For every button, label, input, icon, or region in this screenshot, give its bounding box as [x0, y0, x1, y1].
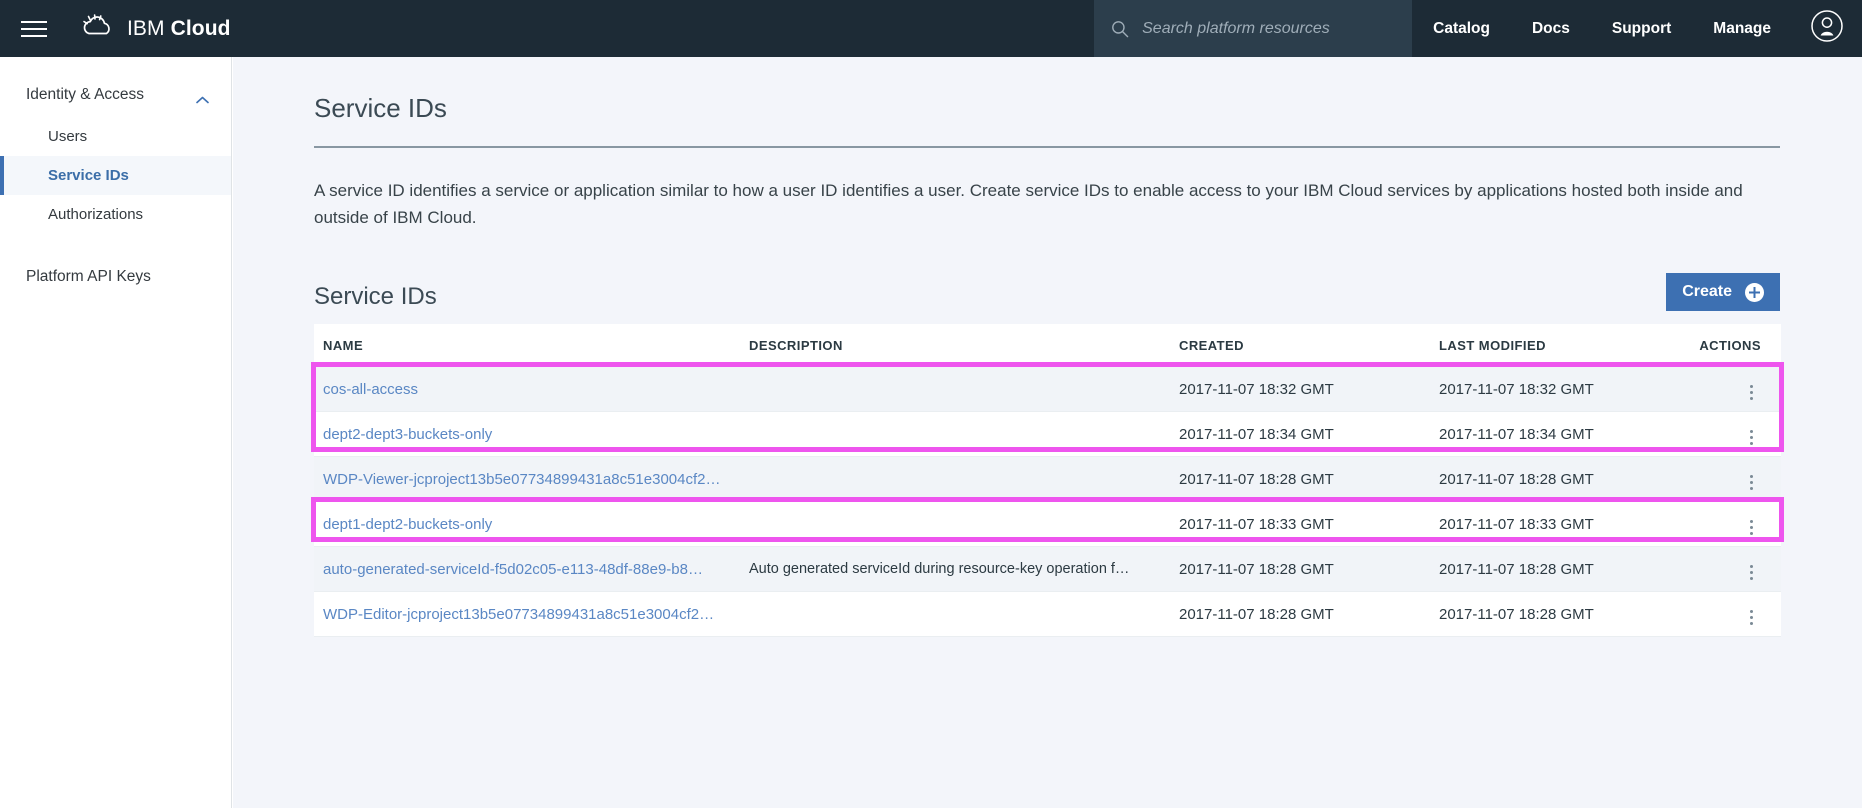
column-header-created[interactable]: CREATED	[1179, 324, 1439, 367]
cell-name: dept1-dept2-buckets-only	[314, 501, 749, 547]
sidebar-item-authorizations[interactable]: Authorizations	[0, 195, 231, 234]
service-ids-table-wrapper: NAME DESCRIPTION CREATED LAST MODIFIED A…	[311, 324, 1784, 637]
section-title: Service IDs	[314, 283, 437, 310]
plus-circle-icon	[1745, 282, 1764, 302]
cell-name: cos-all-access	[314, 366, 749, 412]
search-box[interactable]	[1094, 0, 1413, 57]
sidebar-group-identity-and-access[interactable]: Identity & Access	[0, 73, 231, 117]
cell-name: dept2-dept3-buckets-only	[314, 411, 749, 457]
cell-created: 2017-11-07 18:33 GMT	[1179, 501, 1439, 547]
kebab-menu-icon[interactable]	[1742, 381, 1761, 404]
sidebar-group-label: Identity & Access	[26, 86, 145, 103]
cell-last-modified: 2017-11-07 18:28 GMT	[1439, 591, 1689, 637]
cell-actions	[1689, 411, 1781, 457]
table-row[interactable]: dept2-dept3-buckets-only 2017-11-07 18:3…	[314, 411, 1781, 457]
create-button-label: Create	[1682, 283, 1732, 300]
cell-last-modified: 2017-11-07 18:33 GMT	[1439, 501, 1689, 547]
kebab-menu-icon[interactable]	[1742, 561, 1761, 584]
cell-actions	[1689, 366, 1781, 412]
sidebar: Identity & Access Users Service IDs Auth…	[0, 57, 232, 808]
main-content: Service IDs A service ID identifies a se…	[233, 57, 1862, 808]
service-id-link[interactable]: WDP-Editor-jcproject13b5e07734899431a8c5…	[323, 606, 714, 623]
cell-created: 2017-11-07 18:28 GMT	[1179, 546, 1439, 592]
sidebar-item-label: Service IDs	[48, 167, 129, 184]
service-id-link[interactable]: auto-generated-serviceId-f5d02c05-e113-4…	[323, 561, 703, 578]
chevron-up-icon[interactable]	[196, 91, 209, 104]
column-header-description[interactable]: DESCRIPTION	[749, 324, 1179, 367]
cell-actions	[1689, 456, 1781, 502]
top-navigation-bar: IBM Cloud Catalog Docs Support Manage	[0, 0, 1862, 57]
search-icon	[1110, 19, 1130, 39]
sidebar-item-service-ids[interactable]: Service IDs	[0, 156, 231, 195]
table-row[interactable]: WDP-Editor-jcproject13b5e07734899431a8c5…	[314, 591, 1781, 637]
search-input[interactable]	[1140, 18, 1401, 39]
hamburger-menu-icon[interactable]	[6, 0, 62, 57]
user-avatar-button[interactable]	[1792, 0, 1862, 57]
cell-description	[749, 456, 1179, 502]
service-ids-table: NAME DESCRIPTION CREATED LAST MODIFIED A…	[314, 324, 1781, 637]
column-header-name[interactable]: NAME	[314, 324, 749, 367]
kebab-menu-icon[interactable]	[1742, 426, 1761, 449]
table-row[interactable]: WDP-Viewer-jcproject13b5e07734899431a8c5…	[314, 456, 1781, 502]
service-id-link[interactable]: dept2-dept3-buckets-only	[323, 426, 492, 443]
page-title: Service IDs	[314, 93, 447, 123]
cell-created: 2017-11-07 18:32 GMT	[1179, 366, 1439, 412]
sidebar-item-label: Authorizations	[48, 206, 144, 223]
sidebar-item-users[interactable]: Users	[0, 117, 231, 156]
nav-links: Catalog Docs Support Manage	[1412, 0, 1792, 57]
cell-description: Auto generated serviceId during resource…	[749, 546, 1179, 592]
brand-title: IBM Cloud	[127, 16, 231, 40]
sidebar-item-platform-api-keys[interactable]: Platform API Keys	[0, 256, 231, 298]
service-id-link[interactable]: cos-all-access	[323, 381, 418, 398]
cell-name: auto-generated-serviceId-f5d02c05-e113-4…	[314, 546, 749, 592]
service-id-link[interactable]: dept1-dept2-buckets-only	[323, 516, 492, 533]
cell-description	[749, 366, 1179, 412]
cell-created: 2017-11-07 18:28 GMT	[1179, 456, 1439, 502]
cell-last-modified: 2017-11-07 18:28 GMT	[1439, 546, 1689, 592]
sidebar-item-label: Platform API Keys	[26, 268, 151, 285]
cell-actions	[1689, 501, 1781, 547]
kebab-menu-icon[interactable]	[1742, 516, 1761, 539]
nav-link-manage[interactable]: Manage	[1692, 0, 1792, 57]
cell-last-modified: 2017-11-07 18:34 GMT	[1439, 411, 1689, 457]
cell-description	[749, 501, 1179, 547]
title-divider	[314, 146, 1780, 148]
cell-name: WDP-Editor-jcproject13b5e07734899431a8c5…	[314, 591, 749, 637]
service-id-link[interactable]: WDP-Viewer-jcproject13b5e07734899431a8c5…	[323, 471, 721, 488]
cell-description	[749, 591, 1179, 637]
table-head: NAME DESCRIPTION CREATED LAST MODIFIED A…	[314, 324, 1781, 367]
create-button[interactable]: Create	[1666, 273, 1780, 311]
column-header-actions: ACTIONS	[1689, 324, 1781, 367]
cell-last-modified: 2017-11-07 18:32 GMT	[1439, 366, 1689, 412]
ibm-cloud-logo-icon	[82, 13, 116, 44]
table-row[interactable]: dept1-dept2-buckets-only 2017-11-07 18:3…	[314, 501, 1781, 547]
nav-link-docs[interactable]: Docs	[1511, 0, 1591, 57]
table-row[interactable]: cos-all-access 2017-11-07 18:32 GMT 2017…	[314, 366, 1781, 412]
nav-link-support[interactable]: Support	[1591, 0, 1692, 57]
kebab-menu-icon[interactable]	[1742, 471, 1761, 494]
cell-actions	[1689, 591, 1781, 637]
cell-last-modified: 2017-11-07 18:28 GMT	[1439, 456, 1689, 502]
table-header-row: NAME DESCRIPTION CREATED LAST MODIFIED A…	[314, 324, 1781, 367]
table-row[interactable]: auto-generated-serviceId-f5d02c05-e113-4…	[314, 546, 1781, 592]
nav-link-catalog[interactable]: Catalog	[1412, 0, 1511, 57]
page-description: A service ID identifies a service or app…	[314, 181, 1743, 227]
ibm-cloud-brand[interactable]: IBM Cloud	[82, 13, 231, 44]
column-header-last-modified[interactable]: LAST MODIFIED	[1439, 324, 1689, 367]
table-body: cos-all-access 2017-11-07 18:32 GMT 2017…	[314, 366, 1781, 637]
sidebar-item-label: Users	[48, 128, 88, 145]
kebab-menu-icon[interactable]	[1742, 606, 1761, 629]
cell-created: 2017-11-07 18:34 GMT	[1179, 411, 1439, 457]
cell-description	[749, 411, 1179, 457]
cell-name: WDP-Viewer-jcproject13b5e07734899431a8c5…	[314, 456, 749, 502]
cell-actions	[1689, 546, 1781, 592]
user-avatar-icon	[1810, 9, 1844, 48]
section-bar: Service IDs Create	[314, 273, 1780, 311]
cell-created: 2017-11-07 18:28 GMT	[1179, 591, 1439, 637]
